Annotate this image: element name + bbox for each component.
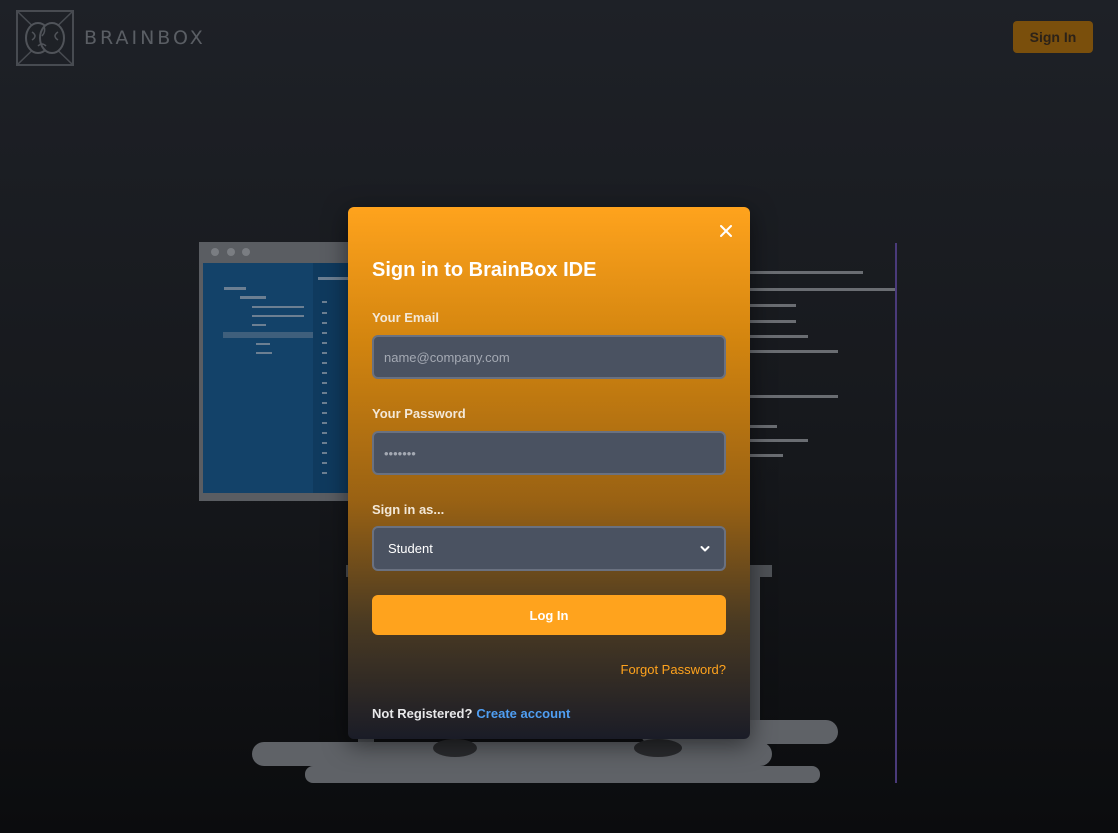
code-lines-illustration bbox=[750, 271, 895, 457]
register-line: Not Registered? Create account bbox=[372, 706, 570, 721]
role-select[interactable]: Student bbox=[372, 526, 726, 571]
close-icon[interactable] bbox=[716, 221, 736, 241]
vertical-accent-line bbox=[895, 243, 897, 783]
role-select-value: Student bbox=[388, 541, 433, 556]
register-prompt: Not Registered? bbox=[372, 706, 473, 721]
email-label: Your Email bbox=[372, 310, 439, 325]
email-field[interactable] bbox=[372, 335, 726, 379]
brain-icon bbox=[16, 10, 74, 66]
password-field[interactable] bbox=[372, 431, 726, 475]
create-account-link[interactable]: Create account bbox=[476, 706, 570, 721]
log-in-button[interactable]: Log In bbox=[372, 595, 726, 635]
modal-title: Sign in to BrainBox IDE bbox=[372, 259, 597, 281]
sign-in-modal: Sign in to BrainBox IDE Your Email Your … bbox=[348, 207, 750, 739]
role-label: Sign in as... bbox=[372, 502, 445, 517]
password-label: Your Password bbox=[372, 406, 466, 421]
chevron-down-icon bbox=[700, 545, 710, 551]
brand-logo[interactable]: BRAINBOX bbox=[16, 10, 206, 66]
brand-name: BRAINBOX bbox=[84, 27, 206, 49]
header-sign-in-button[interactable]: Sign In bbox=[1013, 21, 1093, 53]
forgot-password-link[interactable]: Forgot Password? bbox=[621, 662, 727, 677]
